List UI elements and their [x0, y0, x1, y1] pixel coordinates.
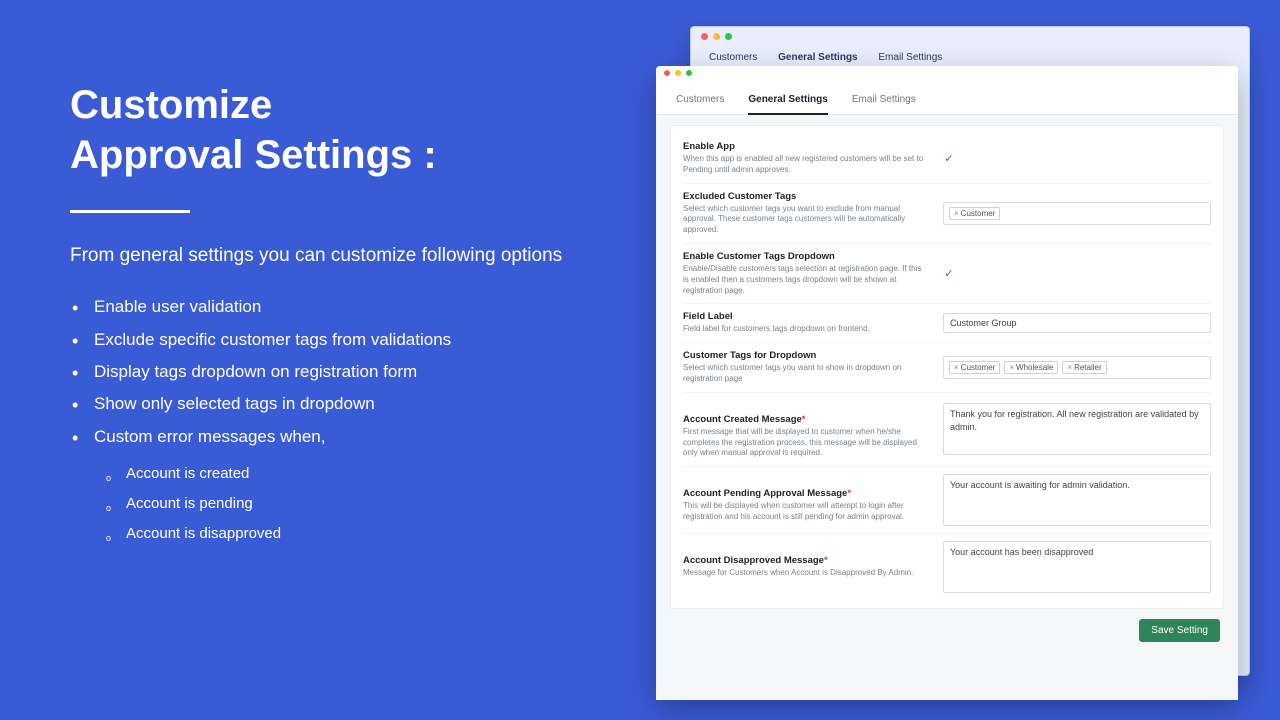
setting-title: Account Disapproved Message* — [683, 555, 929, 566]
setting-enable-app: Enable App When this app is enabled all … — [683, 134, 1211, 183]
window-titlebar — [656, 66, 1238, 84]
list-item: Show only selected tags in dropdown — [70, 388, 590, 420]
field-label-input[interactable] — [943, 313, 1211, 333]
list-item: Custom error messages when, — [70, 421, 590, 453]
setting-dropdown-tags: Customer Tags for Dropdown Select which … — [683, 342, 1211, 392]
list-item: Enable user validation — [70, 291, 590, 323]
marketing-hero: Customize Approval Settings : From gener… — [70, 80, 590, 549]
tab-bar: Customers General Settings Email Setting… — [656, 84, 1238, 115]
setting-title: Excluded Customer Tags — [683, 191, 929, 202]
setting-title: Account Pending Approval Message* — [683, 488, 929, 499]
list-item: Account is pending — [106, 489, 590, 519]
traffic-light-max-icon — [725, 33, 732, 40]
traffic-light-min-icon — [713, 33, 720, 40]
hero-title: Customize Approval Settings : — [70, 80, 590, 180]
form-actions: Save Setting — [670, 609, 1224, 644]
window-minimize-icon[interactable] — [675, 70, 681, 76]
created-message-input[interactable] — [943, 403, 1211, 455]
app-window: Customers General Settings Email Setting… — [656, 66, 1238, 700]
list-item: Account is disapproved — [106, 519, 590, 549]
save-button[interactable]: Save Setting — [1139, 619, 1220, 642]
window-maximize-icon[interactable] — [686, 70, 692, 76]
setting-field-label: Field Label Field label for customers ta… — [683, 303, 1211, 342]
setting-title: Enable App — [683, 141, 929, 152]
list-item: Exclude specific customer tags from vali… — [70, 324, 590, 356]
setting-desc: Select which customer tags you want to s… — [683, 363, 929, 385]
enable-app-checkbox[interactable]: ✓ — [943, 152, 955, 164]
setting-title: Field Label — [683, 311, 929, 322]
excluded-tags-input[interactable]: ×Customer — [943, 202, 1211, 225]
hero-bullet-list: Enable user validation Exclude specific … — [70, 291, 590, 452]
setting-title: Account Created Message* — [683, 414, 929, 425]
list-item: Account is created — [106, 459, 590, 489]
hero-intro: From general settings you can customize … — [70, 241, 590, 271]
hero-divider — [70, 210, 190, 213]
setting-desc: First message that will be displayed to … — [683, 427, 929, 459]
window-close-icon[interactable] — [664, 70, 670, 76]
setting-enable-dropdown: Enable Customer Tags Dropdown Enable/Dis… — [683, 243, 1211, 303]
traffic-light-close-icon — [701, 33, 708, 40]
setting-excluded-tags: Excluded Customer Tags Select which cust… — [683, 183, 1211, 243]
setting-desc: When this app is enabled all new registe… — [683, 154, 929, 176]
tab-customers: Customers — [709, 52, 757, 63]
list-item: Display tags dropdown on registration fo… — [70, 356, 590, 388]
setting-desc: Message for Customers when Account is Di… — [683, 568, 929, 579]
setting-title: Customer Tags for Dropdown — [683, 350, 929, 361]
dropdown-tags-input[interactable]: ×Customer ×Wholesale ×Retailer — [943, 356, 1211, 379]
hero-sub-list: Account is created Account is pending Ac… — [106, 459, 590, 549]
tab-customers[interactable]: Customers — [676, 88, 724, 114]
tag-chip[interactable]: ×Wholesale — [1004, 361, 1058, 374]
tag-remove-icon[interactable]: × — [954, 209, 959, 218]
setting-desc: Field label for customers tags dropdown … — [683, 324, 929, 335]
enable-dropdown-checkbox[interactable]: ✓ — [943, 268, 955, 280]
setting-created-message: Account Created Message* First message t… — [683, 392, 1211, 466]
setting-title: Enable Customer Tags Dropdown — [683, 251, 929, 262]
disapproved-message-input[interactable] — [943, 541, 1211, 593]
settings-panel: Enable App When this app is enabled all … — [670, 125, 1224, 609]
tab-general-settings[interactable]: General Settings — [748, 88, 827, 115]
setting-disapproved-message: Account Disapproved Message* Message for… — [683, 533, 1211, 600]
tag-remove-icon[interactable]: × — [1067, 363, 1072, 372]
setting-pending-message: Account Pending Approval Message* This w… — [683, 466, 1211, 533]
tag-remove-icon[interactable]: × — [1009, 363, 1014, 372]
setting-desc: Enable/Disable customers tags selection … — [683, 264, 929, 296]
tab-email-settings[interactable]: Email Settings — [852, 88, 916, 114]
settings-body: Enable App When this app is enabled all … — [656, 115, 1238, 700]
tag-chip[interactable]: ×Customer — [949, 361, 1000, 374]
pending-message-input[interactable] — [943, 474, 1211, 526]
tag-chip[interactable]: ×Retailer — [1062, 361, 1106, 374]
setting-desc: Select which customer tags you want to e… — [683, 204, 929, 236]
tab-email-settings: Email Settings — [878, 52, 942, 63]
tag-chip[interactable]: ×Customer — [949, 207, 1000, 220]
tag-remove-icon[interactable]: × — [954, 363, 959, 372]
setting-desc: This will be displayed when customer wil… — [683, 501, 929, 523]
